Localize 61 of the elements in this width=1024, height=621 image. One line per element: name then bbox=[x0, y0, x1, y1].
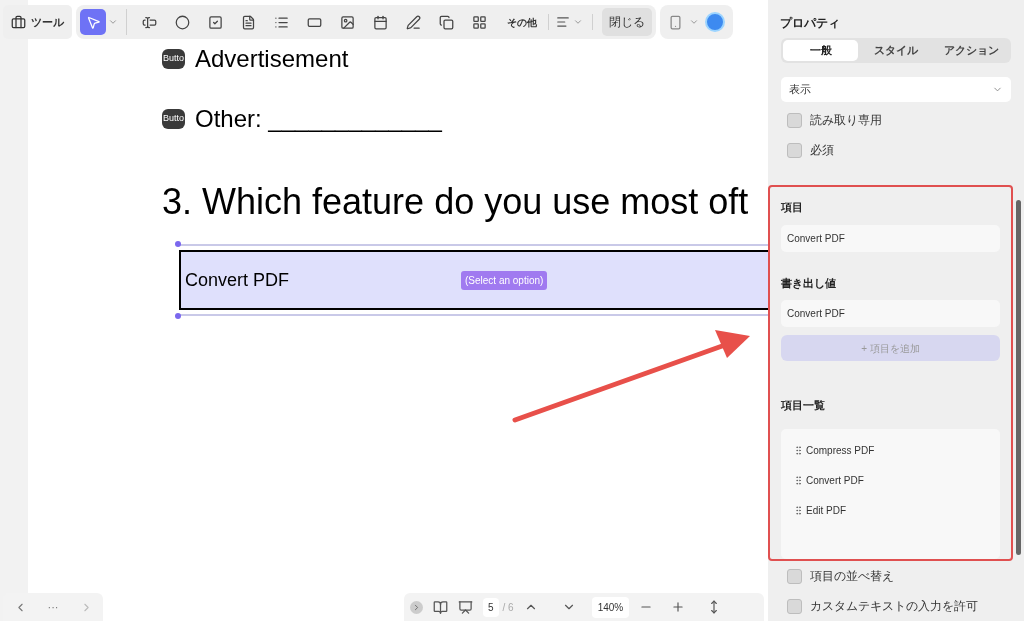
more-button[interactable]: その他 bbox=[503, 14, 541, 30]
tab[interactable]: 一般 bbox=[783, 39, 859, 62]
zoom-in-icon[interactable] bbox=[671, 600, 686, 614]
checkbox-label: 項目の並べ替え bbox=[810, 568, 894, 585]
assistant-icon[interactable] bbox=[705, 12, 725, 32]
phone-icon[interactable] bbox=[668, 14, 683, 30]
checkbox[interactable] bbox=[787, 112, 802, 128]
list-item[interactable]: Edit PDF bbox=[793, 495, 1000, 525]
item-field[interactable]: Convert PDF bbox=[781, 225, 1000, 252]
section-label: 項目一覧 bbox=[781, 398, 826, 413]
tick-square-icon bbox=[207, 14, 223, 30]
checkbox-label: 必須 bbox=[810, 142, 834, 159]
button-thumbnail: Butto bbox=[162, 49, 185, 69]
collapse-icon[interactable] bbox=[410, 600, 423, 614]
tab[interactable]: アクション bbox=[933, 39, 1009, 62]
align-icon[interactable] bbox=[556, 15, 570, 29]
book-icon[interactable] bbox=[433, 599, 448, 615]
text-field-icon bbox=[141, 14, 157, 30]
drag-handle-icon[interactable] bbox=[793, 504, 804, 516]
option-text: Advertisement bbox=[195, 44, 349, 74]
page-field[interactable]: 5 bbox=[483, 597, 499, 617]
resize-handle[interactable] bbox=[175, 313, 181, 319]
close-button[interactable]: 閉じる bbox=[602, 8, 652, 36]
dropdown-value: Convert PDF bbox=[185, 268, 291, 292]
dropdown-field[interactable]: Convert PDF (Select an option) bbox=[179, 250, 768, 310]
option-text: Other: _____________ bbox=[195, 104, 442, 134]
panel-title: プロパティ bbox=[779, 15, 841, 32]
checkbox[interactable] bbox=[787, 142, 802, 158]
checkbox-label: カスタムテキストの入力を許可 bbox=[810, 598, 978, 615]
drag-handle-icon[interactable] bbox=[793, 474, 804, 486]
grid-icon bbox=[471, 14, 487, 30]
checkbox-label: 読み取り専用 bbox=[810, 112, 882, 129]
more-text[interactable]: ··· bbox=[47, 598, 59, 616]
pointer-icon bbox=[85, 14, 101, 30]
copy-icon bbox=[438, 14, 454, 30]
drag-handle-icon[interactable] bbox=[793, 444, 804, 456]
calendar-icon bbox=[372, 14, 388, 30]
document-icon bbox=[240, 14, 256, 30]
pen-icon bbox=[405, 14, 421, 30]
checkbox[interactable] bbox=[787, 568, 802, 584]
page-total: / 6 bbox=[502, 600, 514, 615]
checkbox[interactable] bbox=[787, 598, 802, 614]
scrollbar[interactable] bbox=[1016, 200, 1021, 555]
visibility-select[interactable]: 表示 bbox=[781, 77, 1011, 102]
tab[interactable]: スタイル bbox=[858, 39, 934, 62]
list-item[interactable]: Convert PDF bbox=[793, 465, 1000, 495]
question-heading: 3. Which feature do you use most oft bbox=[162, 180, 750, 224]
export-value-field[interactable]: Convert PDF bbox=[781, 300, 1000, 327]
section-label: 項目 bbox=[781, 200, 804, 215]
pointer-tool[interactable] bbox=[80, 9, 106, 35]
list-icon bbox=[273, 14, 289, 30]
zoom-field[interactable]: 140% bbox=[591, 596, 630, 618]
circle-icon bbox=[174, 14, 190, 30]
presentation-icon[interactable] bbox=[458, 599, 473, 615]
resize-handle[interactable] bbox=[175, 241, 181, 247]
section-label: 書き出し値 bbox=[781, 275, 837, 292]
button-thumbnail: Butto bbox=[162, 109, 185, 129]
toolbox-icon bbox=[11, 14, 26, 30]
image-icon bbox=[339, 14, 355, 30]
list-item[interactable]: Compress PDF bbox=[793, 435, 1000, 465]
hint-badge: (Select an option) bbox=[461, 270, 548, 290]
